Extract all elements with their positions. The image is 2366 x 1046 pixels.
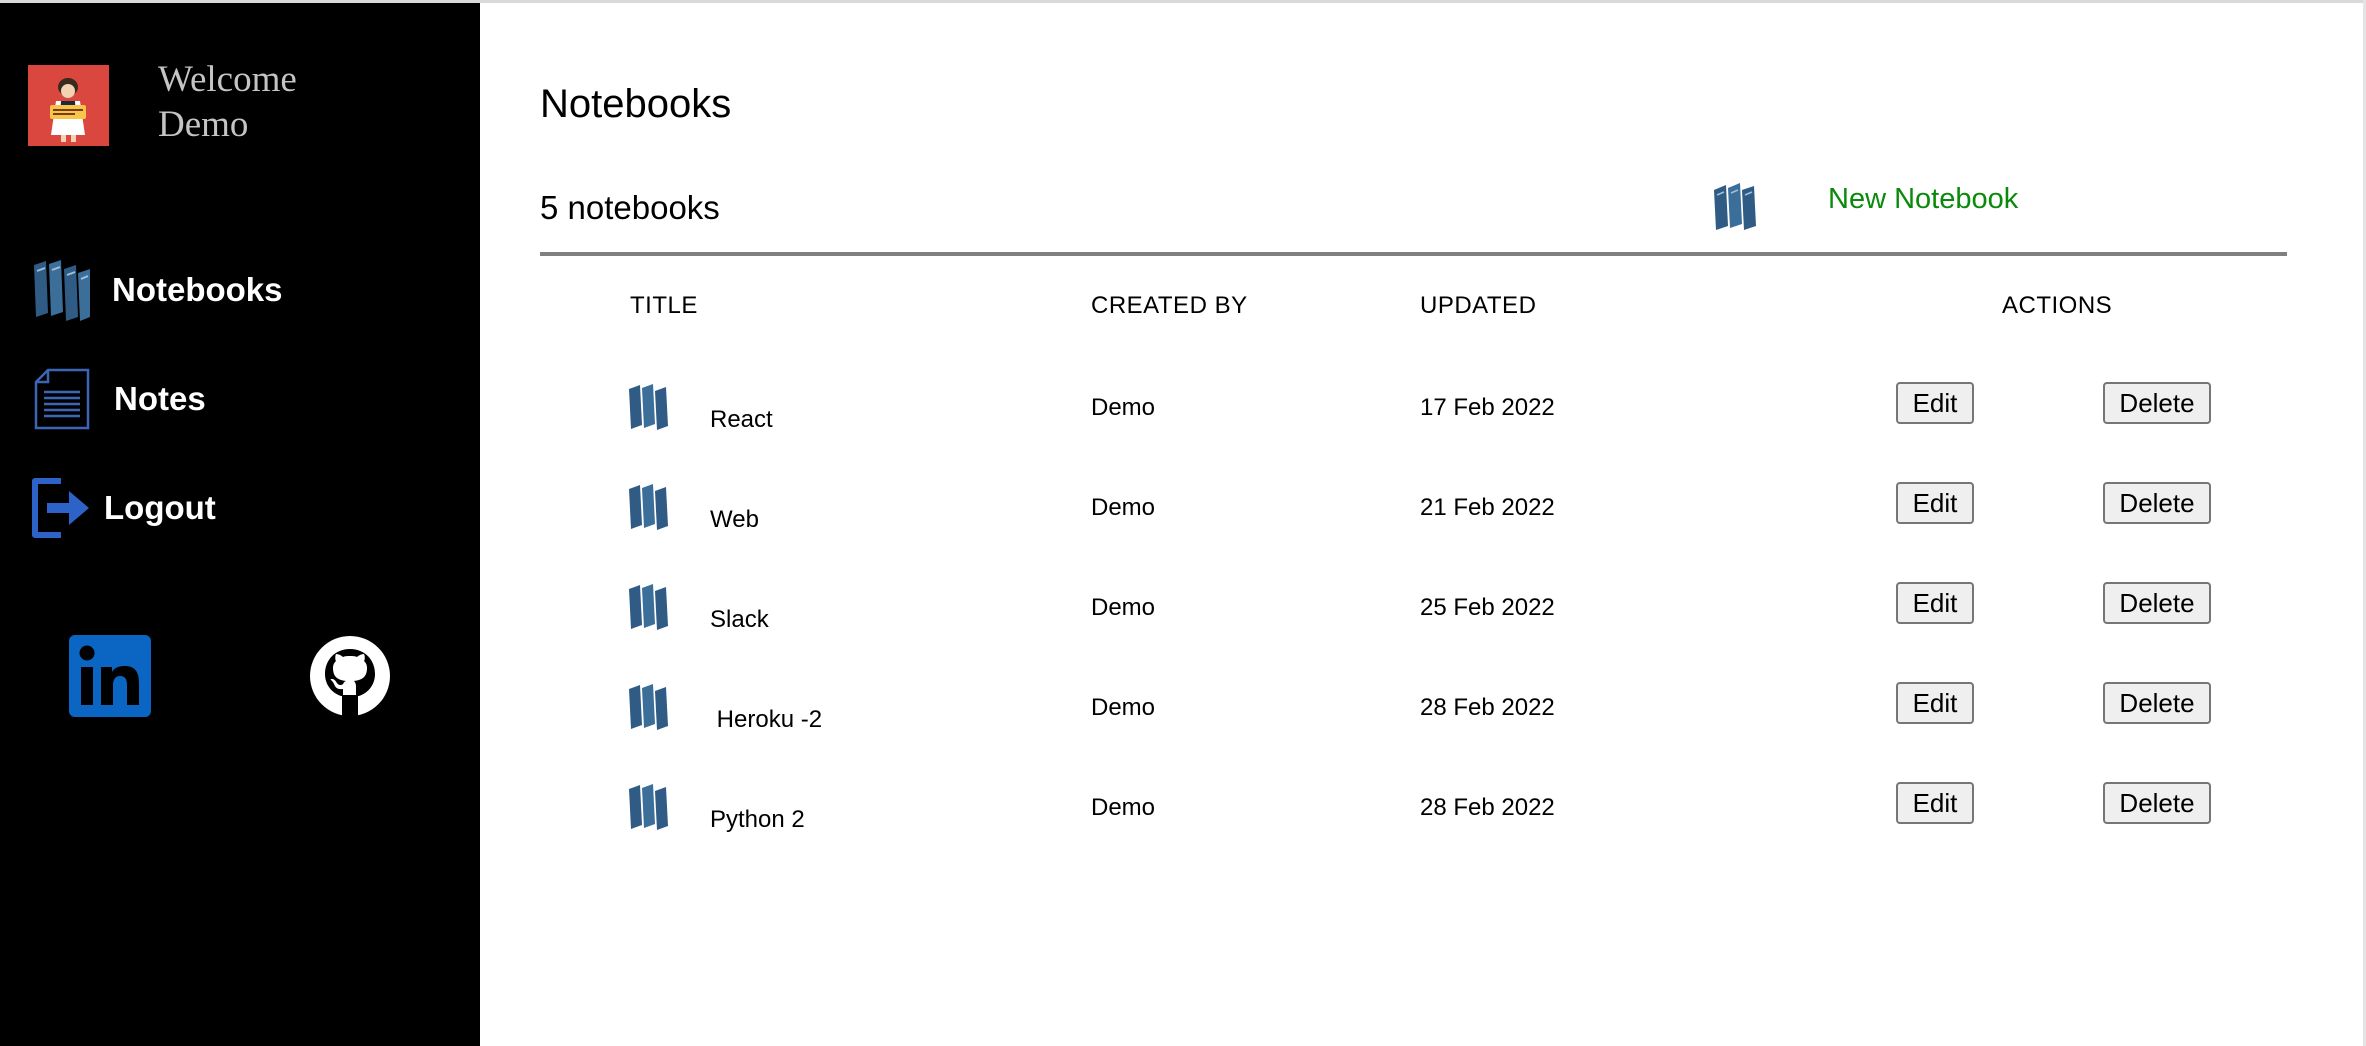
welcome-username: Demo [158,104,249,145]
created-by: Demo [1091,694,1156,721]
edit-button[interactable]: Edit [1896,782,1974,824]
delete-button[interactable]: Delete [2103,482,2211,524]
notebook-title-link[interactable]: React [710,406,773,434]
new-notebook-icon[interactable] [1712,182,1758,232]
notebook-title-link[interactable]: Python 2 [710,806,805,834]
notebooks-icon [30,258,94,322]
column-header-title: TITLE [630,292,698,319]
notebook-icon [628,482,670,530]
edit-button[interactable]: Edit [1896,582,1974,624]
delete-button[interactable]: Delete [2103,782,2211,824]
updated-date: 21 Feb 2022 [1420,494,1555,521]
updated-date: 28 Feb 2022 [1420,694,1555,721]
column-header-updated: UPDATED [1420,292,1537,319]
notebook-icon [628,782,670,830]
delete-button[interactable]: Delete [2103,582,2211,624]
table-row: Web Demo 21 Feb 2022 Edit Delete [0,482,2366,582]
column-header-actions: ACTIONS [2002,292,2113,319]
table-row: Python 2 Demo 28 Feb 2022 Edit Delete [0,782,2366,882]
updated-date: 28 Feb 2022 [1420,794,1555,821]
edit-button[interactable]: Edit [1896,682,1974,724]
created-by: Demo [1091,794,1156,821]
notebook-title-link[interactable]: Heroku -2 [710,706,822,734]
notebook-title-link[interactable]: Web [710,506,759,534]
created-by: Demo [1091,594,1156,621]
header-divider [540,252,2287,256]
updated-date: 25 Feb 2022 [1420,594,1555,621]
table-row: Slack Demo 25 Feb 2022 Edit Delete [0,582,2366,682]
table-row: React Demo 17 Feb 2022 Edit Delete [0,382,2366,482]
page-title: Notebooks [540,82,732,126]
sidebar-item-notebooks[interactable]: Notebooks [30,258,283,322]
sidebar-item-label: Notebooks [112,271,283,308]
edit-button[interactable]: Edit [1896,482,1974,524]
welcome-text: Welcome Demo [158,57,297,147]
delete-button[interactable]: Delete [2103,682,2211,724]
edit-button[interactable]: Edit [1896,382,1974,424]
table-row: Heroku -2 Demo 28 Feb 2022 Edit Delete [0,682,2366,782]
new-notebook-link[interactable]: New Notebook [1828,183,2018,216]
welcome-line: Welcome [158,59,297,100]
notebook-icon [628,582,670,630]
notebook-icon [628,382,670,430]
column-header-created-by: CREATED BY [1091,292,1248,319]
avatar [28,65,109,146]
notebook-count: 5 notebooks [540,189,720,226]
updated-date: 17 Feb 2022 [1420,394,1555,421]
created-by: Demo [1091,494,1156,521]
created-by: Demo [1091,394,1156,421]
notebook-icon [628,682,670,730]
notebook-title-link[interactable]: Slack [710,606,769,634]
delete-button[interactable]: Delete [2103,382,2211,424]
